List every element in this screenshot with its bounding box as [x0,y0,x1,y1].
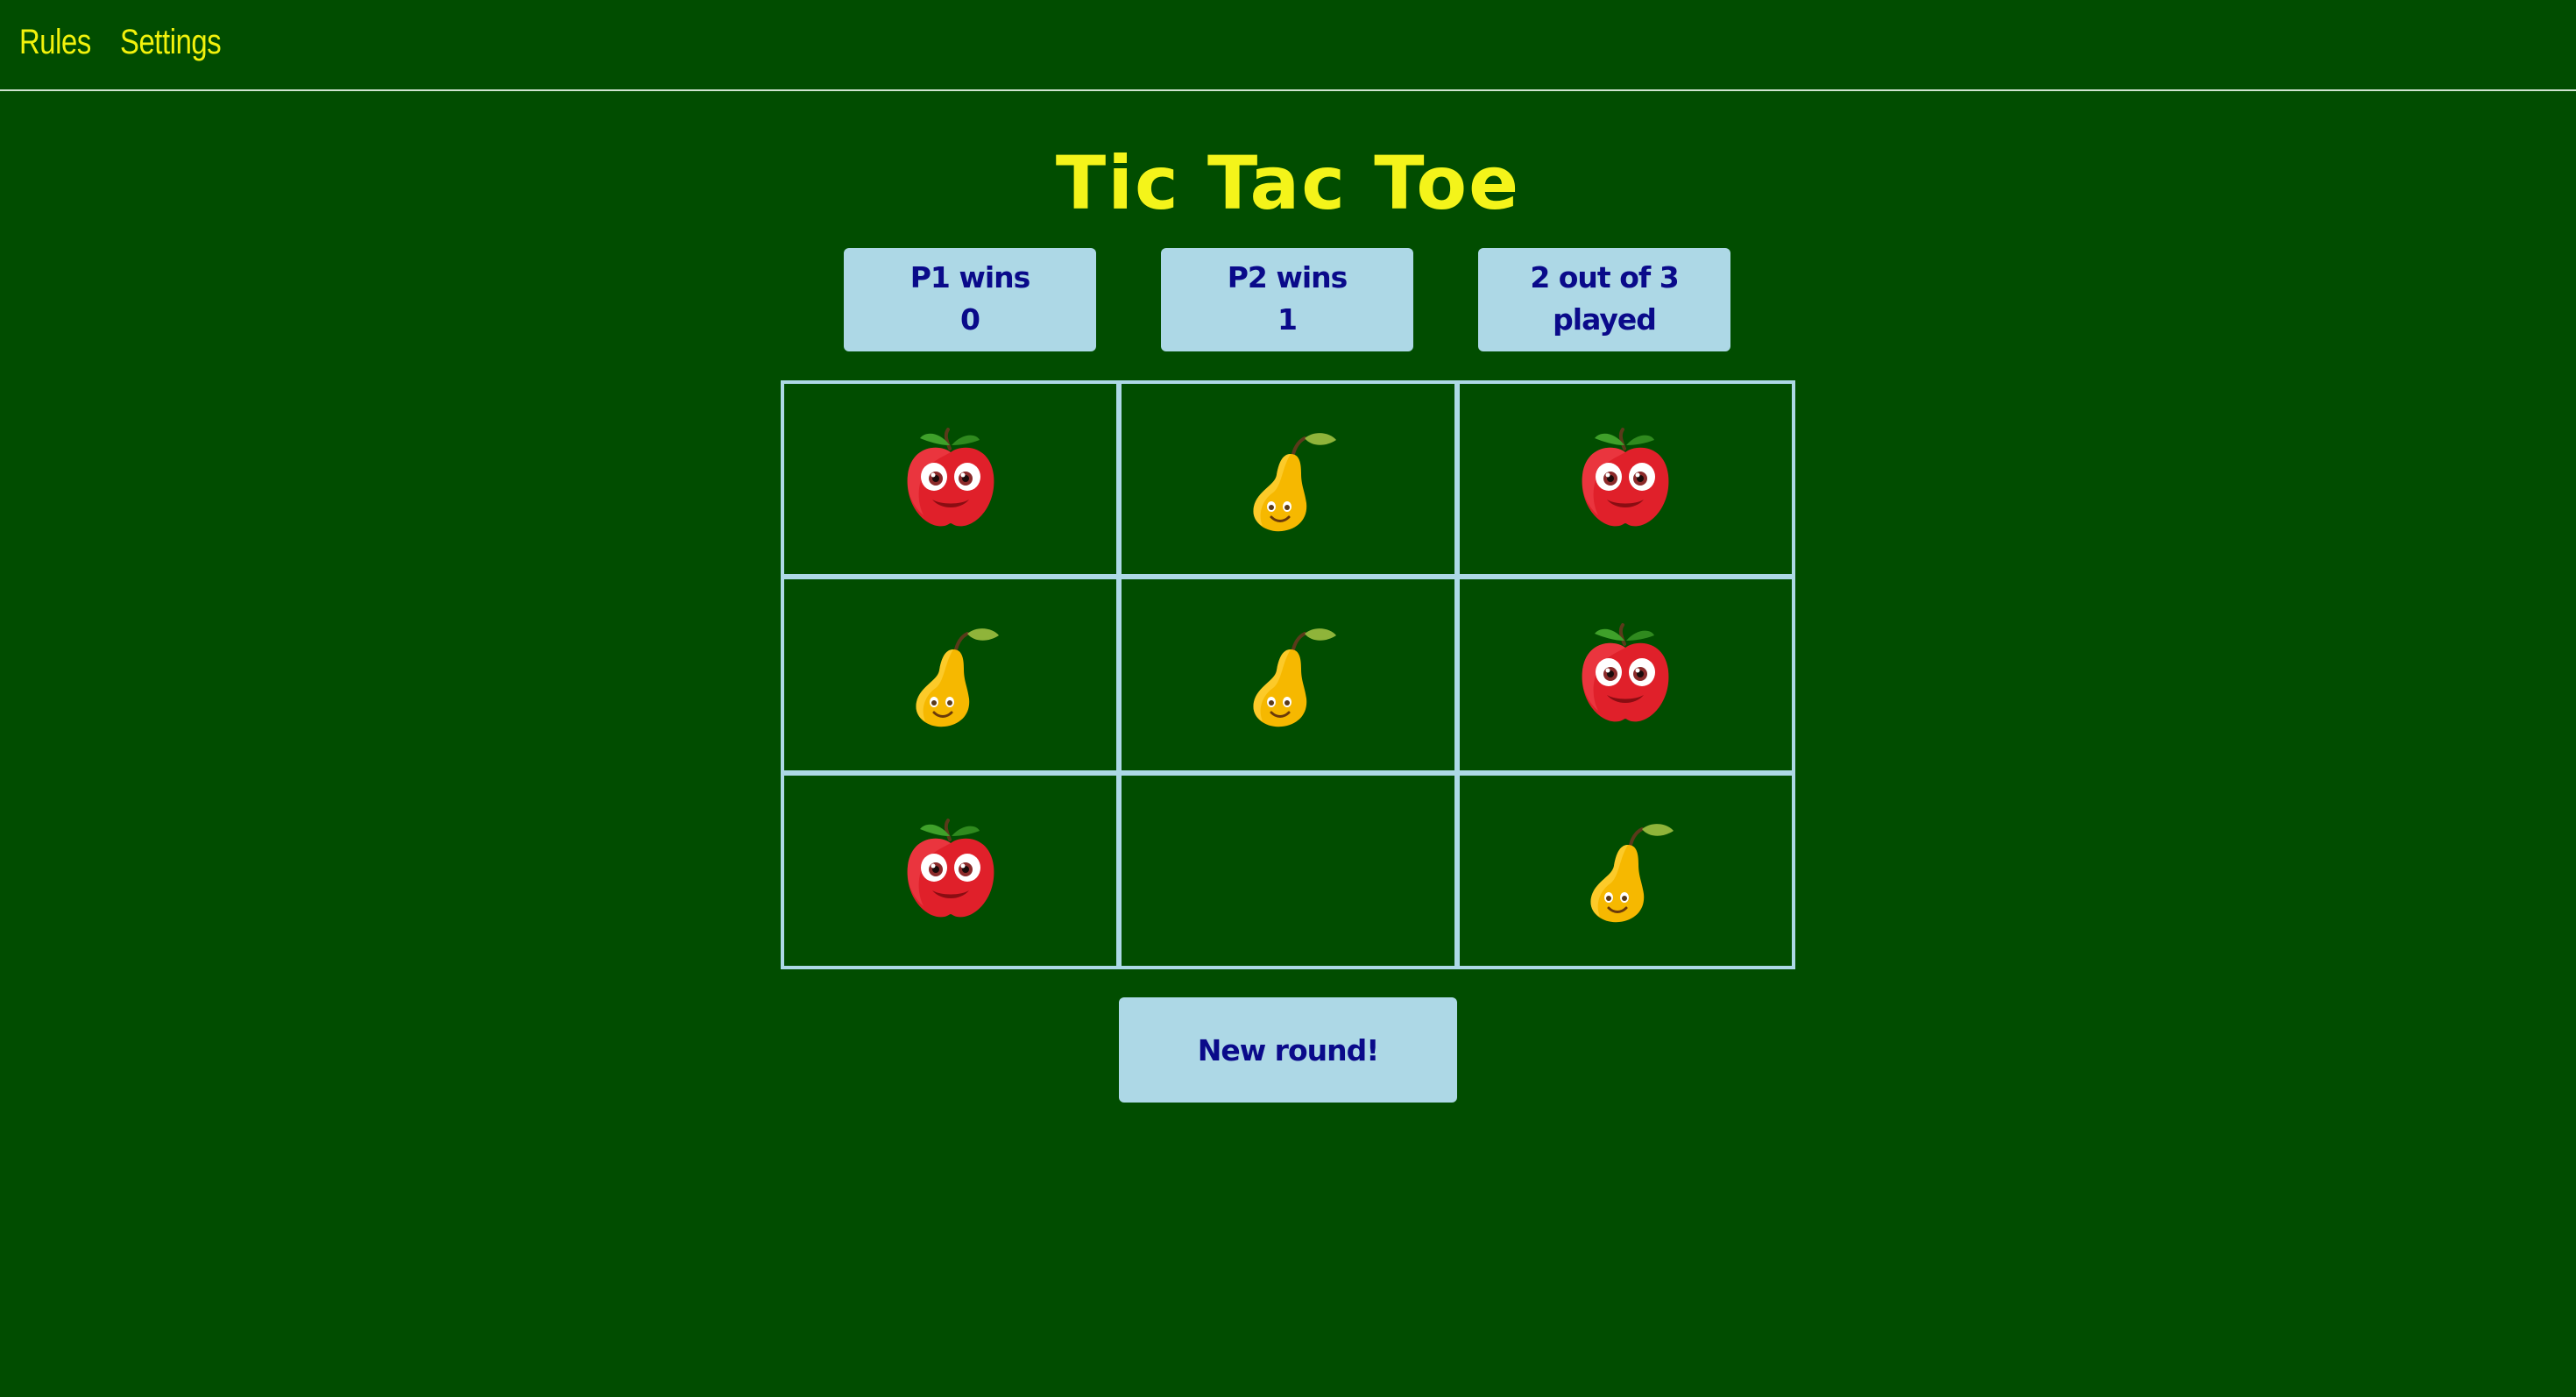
board-cell-9[interactable] [1459,775,1792,966]
pear-icon [1253,432,1336,531]
board-cell-2[interactable] [1122,384,1454,575]
p2-wins-label: P2 wins [1227,260,1348,294]
pear-icon [1590,824,1674,923]
settings-link[interactable]: Settings [120,23,222,62]
pear-icon [916,628,999,727]
new-round-button[interactable]: New round! [1119,997,1457,1103]
apple-icon [1582,427,1669,527]
game-board [781,380,1795,969]
p1-wins-label: P1 wins [909,260,1031,294]
apple-icon [907,427,994,527]
p1-wins-value: 0 [960,302,980,337]
board-cell-5[interactable] [1122,579,1454,770]
p2-wins-value: 1 [1277,302,1298,337]
top-nav-bar: Rules Settings [0,0,2576,91]
apple-icon [907,819,994,918]
apple-icon [1582,622,1669,722]
rounds-played-line1: 2 out of 3 [1530,260,1679,294]
rounds-played-card: 2 out of 3 played [1478,248,1730,351]
board-cell-7[interactable] [784,775,1117,966]
board-cell-6[interactable] [1459,579,1792,770]
board-cell-8[interactable] [1122,775,1454,966]
p2-wins-card: P2 wins 1 [1161,248,1413,351]
rules-link[interactable]: Rules [19,23,91,62]
board-cell-3[interactable] [1459,384,1792,575]
rounds-played-line2: played [1553,302,1657,337]
page-title: Tic Tac Toe [1055,140,1521,226]
board-cell-1[interactable] [784,384,1117,575]
board-cell-4[interactable] [784,579,1117,770]
p1-wins-card: P1 wins 0 [844,248,1096,351]
pear-icon [1253,628,1336,727]
